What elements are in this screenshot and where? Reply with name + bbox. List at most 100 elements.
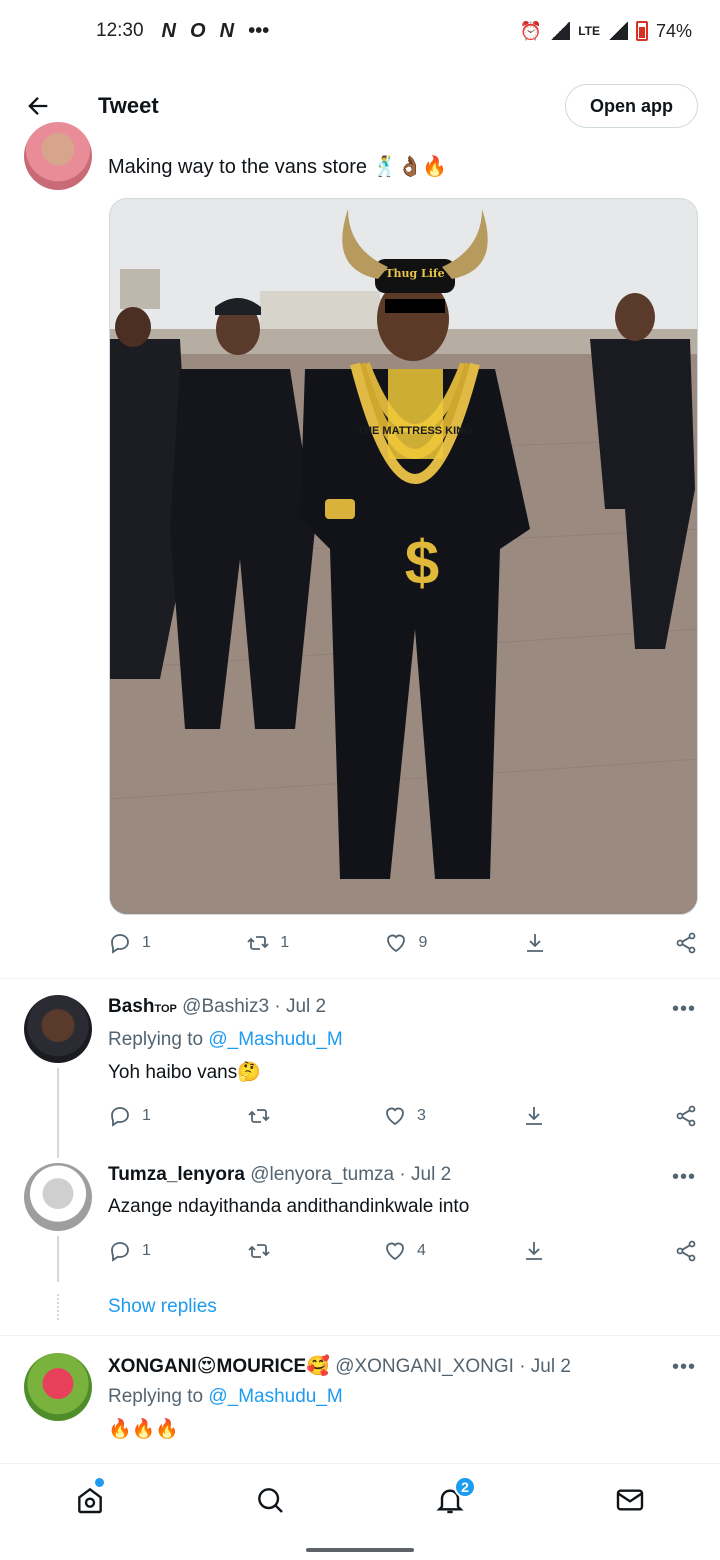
more-options-button[interactable]: •••	[672, 998, 696, 1021]
like-button[interactable]: 3	[383, 1104, 426, 1128]
alarm-icon: ⏰	[519, 20, 543, 41]
notification-icons: N O N •••	[162, 20, 269, 43]
share-button[interactable]	[658, 931, 698, 955]
download-button[interactable]	[522, 1104, 562, 1128]
show-replies-link[interactable]: Show replies	[108, 1296, 217, 1318]
download-button[interactable]	[522, 1239, 562, 1263]
download-icon	[526, 934, 543, 952]
tweet-emojis: 🕺👌🏾🔥	[372, 156, 448, 178]
user-handle[interactable]: @Bashiz3	[182, 996, 269, 1017]
replying-to: Replying to @_Mashudu_M	[108, 1029, 343, 1051]
timestamp: · Jul 2	[274, 996, 327, 1017]
tweet-body: Making way to the vans store	[108, 156, 368, 178]
nav-home[interactable]	[60, 1470, 120, 1530]
download-icon	[525, 1107, 542, 1125]
retweet-button[interactable]	[247, 1239, 287, 1263]
like-count: 9	[418, 934, 428, 951]
replying-handle-link[interactable]: @_Mashudu_M	[208, 1029, 342, 1050]
nav-notifications[interactable]: 2	[420, 1470, 480, 1530]
display-name[interactable]: XONGANI😍MOURICE🥰	[108, 1356, 330, 1377]
nav-search[interactable]	[240, 1470, 300, 1530]
like-count: 3	[417, 1107, 426, 1124]
retweet-button[interactable]: 1	[246, 931, 289, 955]
reply-icon	[111, 934, 129, 954]
retweet-button[interactable]	[247, 1104, 287, 1128]
timestamp: · Jul 2	[519, 1356, 571, 1377]
replying-prefix: Replying to	[108, 1386, 204, 1407]
avatar[interactable]	[24, 1353, 92, 1421]
search-icon	[258, 1488, 283, 1513]
o-icon: O	[190, 19, 206, 42]
reply-icon	[111, 1107, 129, 1127]
user-handle[interactable]: @XONGANI_XONGI	[335, 1356, 514, 1377]
page-title: Tweet	[98, 93, 159, 118]
replying-handle-link[interactable]: @_Mashudu_M	[208, 1386, 342, 1407]
display-name-part: MOURICE	[216, 1356, 307, 1377]
name-emoji: 🥰	[306, 1356, 330, 1377]
reply-header: BashTOP @Bashiz3 · Jul 2	[108, 996, 326, 1018]
reply-header: Tumza_lenyora @lenyora_tumza · Jul 2	[108, 1164, 451, 1186]
reply-header: XONGANI😍MOURICE🥰 @XONGANI_XONGI · Jul 2	[108, 1354, 571, 1378]
pendant-text: $	[405, 529, 439, 598]
display-name[interactable]: Tumza_lenyora	[108, 1164, 245, 1185]
more-notifications-icon: •••	[248, 19, 270, 42]
display-name-part: XONGANI	[108, 1356, 197, 1377]
more-options-button[interactable]: •••	[672, 1356, 696, 1379]
retweet-icon	[248, 1109, 270, 1123]
name-emoji: 😍	[196, 1356, 217, 1377]
user-handle[interactable]: @lenyora_tumza	[250, 1164, 394, 1185]
heart-icon	[386, 1107, 404, 1126]
share-icon	[676, 932, 696, 954]
thread-dots	[57, 1294, 59, 1320]
reply-button[interactable]: 1	[108, 931, 151, 955]
share-button[interactable]	[658, 1104, 698, 1128]
replying-to: Replying to @_Mashudu_M	[108, 1386, 343, 1408]
home-indicator[interactable]	[306, 1548, 414, 1552]
reply-body: Yoh haibo vans	[108, 1062, 238, 1083]
like-button[interactable]: 4	[383, 1239, 426, 1263]
retweet-icon	[247, 936, 269, 950]
reply-actions: 1 3	[108, 1104, 698, 1128]
tweet-actions: 1 1 9	[108, 931, 698, 955]
heart-icon	[386, 1242, 404, 1261]
arrow-left-icon	[28, 97, 48, 115]
like-count: 4	[417, 1242, 426, 1259]
reply-count: 1	[142, 1242, 151, 1259]
reply-button[interactable]: 1	[108, 1239, 151, 1263]
avatar[interactable]	[24, 1163, 92, 1231]
reply-button[interactable]: 1	[108, 1104, 151, 1128]
timestamp: · Jul 2	[399, 1164, 452, 1185]
divider	[0, 978, 720, 979]
reply-actions: 1 4	[108, 1239, 698, 1263]
reply-count: 1	[142, 934, 151, 951]
reply-emoji: 🤔	[237, 1062, 261, 1083]
reply-count: 1	[142, 1107, 151, 1124]
more-options-button[interactable]: •••	[672, 1166, 696, 1189]
shirt-text: THE MATTRESS KING	[357, 425, 472, 437]
top-app-bar: Tweet Open app	[0, 62, 720, 150]
reply-text: Azange ndayithanda andithandinkwale into	[108, 1196, 470, 1217]
cap-text: Thug Life	[385, 267, 444, 280]
download-icon	[525, 1242, 542, 1260]
nav-messages[interactable]	[600, 1470, 660, 1530]
retweet-icon	[248, 1244, 270, 1258]
status-right: ⏰ LTE 74%	[520, 21, 692, 42]
share-button[interactable]	[658, 1239, 698, 1263]
open-app-button[interactable]: Open app	[564, 84, 698, 128]
retweet-count: 1	[280, 934, 290, 951]
divider	[0, 1335, 720, 1336]
thread-line	[57, 1236, 59, 1282]
share-icon	[676, 1240, 696, 1262]
display-name[interactable]: Bash	[108, 996, 154, 1017]
status-time: 12:30	[96, 20, 144, 41]
download-button[interactable]	[523, 931, 563, 955]
reply-text: Yoh haibo vans🤔	[108, 1060, 261, 1084]
tweet-photo[interactable]: Thug Life THE MATTRESS KING $	[109, 198, 698, 915]
name-badge: TOP	[154, 1003, 177, 1015]
like-button[interactable]: 9	[384, 931, 427, 955]
messages-icon	[616, 1489, 644, 1511]
notification-badge: 2	[454, 1476, 476, 1498]
avatar[interactable]	[24, 122, 92, 190]
avatar[interactable]	[24, 995, 92, 1063]
heart-icon	[387, 934, 406, 953]
